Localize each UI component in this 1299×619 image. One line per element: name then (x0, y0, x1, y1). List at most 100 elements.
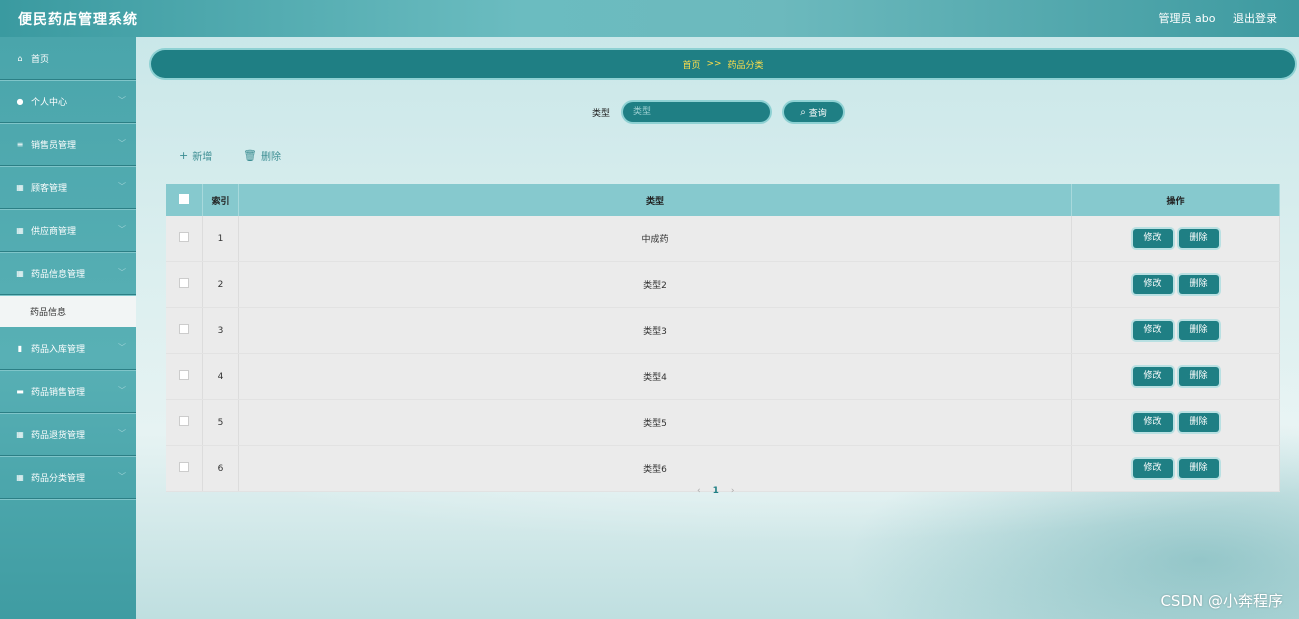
sidebar-item-label: 供应商管理 (31, 226, 77, 237)
breadcrumb-current: 药品分类 (727, 60, 764, 71)
sidebar-item[interactable]: ● 个人中心 ﹀ (0, 80, 136, 123)
sidebar-item-label: 药品入库管理 (31, 344, 86, 355)
row-checkbox[interactable] (179, 232, 189, 242)
category-table: 索引 类型 操作 1 中成药 修改 删除 2 类型2 修改 删除 3 类型3 修改 删除 4 类型4 修改删… (166, 184, 1280, 492)
delete-button[interactable]: 删除 (1178, 275, 1219, 294)
sidebar-item[interactable]: ≡ 销售员管理 ﹀ (0, 123, 136, 166)
list-icon: ≡ (16, 139, 24, 149)
index-header: 索引 (202, 184, 239, 216)
type-search-input[interactable] (623, 102, 770, 122)
row-type: 类型2 (238, 261, 1072, 308)
edit-button[interactable]: 修改 (1132, 229, 1173, 248)
pagination: ‹ 1 › (697, 486, 734, 496)
next-page-button[interactable]: › (731, 486, 735, 496)
row-actions: 修改 删除 (1071, 445, 1280, 492)
logout-link[interactable]: 退出登录 (1233, 12, 1277, 25)
sidebar-item[interactable]: ▦ 顾客管理 ﹀ (0, 166, 136, 209)
row-index: 4 (202, 353, 239, 400)
home-icon: ⌂ (17, 53, 23, 63)
grid-icon: ▦ (16, 268, 24, 278)
grid-icon: ▦ (16, 225, 24, 235)
sidebar-subitem-drug-info[interactable]: 药品信息 (0, 295, 136, 327)
sidebar-item-label: 药品退货管理 (31, 430, 86, 441)
delete-button[interactable]: 删除 (1178, 413, 1219, 432)
row-checkbox[interactable] (179, 324, 189, 334)
clipboard-icon: ▮ (17, 343, 23, 353)
row-checkbox[interactable] (179, 416, 189, 426)
sidebar-item[interactable]: ▦ 药品分类管理 ﹀ (0, 456, 136, 499)
select-all-header[interactable] (166, 184, 203, 216)
row-actions: 修改 删除 (1071, 399, 1280, 446)
chevron-down-icon: ﹀ (118, 429, 126, 438)
delete-button[interactable]: 删除 (1178, 229, 1219, 248)
row-select-cell[interactable] (166, 445, 203, 492)
add-button[interactable]: + 新增 (179, 148, 212, 163)
batch-delete-button[interactable]: 🗑 删除 (243, 148, 281, 163)
grid-icon: ▦ (16, 182, 24, 192)
sidebar-item-label: 药品分类管理 (31, 473, 86, 484)
table-row: 4 类型4 修改 删除 (166, 353, 1280, 400)
row-actions: 修改 删除 (1071, 261, 1280, 308)
select-all-checkbox[interactable] (179, 193, 189, 204)
delete-button[interactable]: 删除 (1178, 367, 1219, 386)
chevron-down-icon: ﹀ (118, 182, 126, 191)
current-user: 管理员 abo (1158, 12, 1216, 25)
prev-page-button[interactable]: ‹ (697, 486, 701, 496)
chevron-down-icon: ﹀ (118, 386, 126, 395)
sidebar-item-label: 药品销售管理 (31, 387, 86, 398)
delete-button[interactable]: 删除 (1178, 321, 1219, 340)
trash-icon: 🗑 (243, 149, 257, 162)
delete-button[interactable]: 删除 (1178, 459, 1219, 478)
row-index: 1 (202, 216, 239, 262)
row-actions: 修改 删除 (1071, 353, 1280, 400)
edit-button[interactable]: 修改 (1132, 413, 1173, 432)
row-checkbox[interactable] (179, 370, 189, 380)
sidebar-item[interactable]: ▬ 药品销售管理 ﹀ (0, 370, 136, 413)
chevron-down-icon: ﹀ (118, 472, 126, 481)
add-button-label: 新增 (192, 152, 213, 163)
table-row: 1 中成药 修改 删除 (166, 216, 1280, 262)
plus-icon: + (179, 149, 189, 162)
sidebar-item-label: 顾客管理 (31, 183, 68, 194)
table-row: 5 类型5 修改 删除 (166, 399, 1280, 446)
row-index: 2 (202, 261, 239, 308)
table-row: 3 类型3 修改 删除 (166, 307, 1280, 354)
sidebar-item[interactable]: ▦ 供应商管理 ﹀ (0, 209, 136, 252)
table-row: 6 类型6 修改 删除 (166, 445, 1280, 492)
chevron-down-icon: ﹀ (118, 96, 126, 105)
edit-button[interactable]: 修改 (1132, 367, 1173, 386)
edit-button[interactable]: 修改 (1132, 321, 1173, 340)
row-index: 3 (202, 307, 239, 354)
edit-button[interactable]: 修改 (1132, 459, 1173, 478)
watermark: CSDN @小奔程序 (1160, 592, 1283, 610)
current-page[interactable]: 1 (713, 486, 719, 496)
app-title: 便民药店管理系统 (18, 12, 138, 28)
row-actions: 修改 删除 (1071, 216, 1280, 262)
row-select-cell[interactable] (166, 307, 203, 354)
row-index: 6 (202, 445, 239, 492)
sidebar-item[interactable]: ⌂ 首页 (0, 37, 136, 80)
chevron-down-icon: ﹀ (118, 343, 126, 352)
top-bar: 便民药店管理系统 管理员 abo 退出登录 (0, 0, 1299, 37)
row-checkbox[interactable] (179, 278, 189, 288)
row-type: 类型4 (238, 353, 1072, 400)
type-header: 类型 (238, 184, 1072, 216)
row-select-cell[interactable] (166, 399, 203, 446)
grid-icon: ▦ (16, 429, 24, 439)
sidebar-item[interactable]: ▦ 药品退货管理 ﹀ (0, 413, 136, 456)
breadcrumb-home[interactable]: 首页 (682, 58, 700, 71)
edit-button[interactable]: 修改 (1132, 275, 1173, 294)
row-select-cell[interactable] (166, 353, 203, 400)
chevron-down-icon: ﹀ (118, 139, 126, 148)
row-checkbox[interactable] (179, 462, 189, 472)
sidebar: ⌂ 首页 ● 个人中心 ﹀ ≡ 销售员管理 ﹀ ▦ 顾客管理 ﹀ ▦ 供应商管理 ﹀ ▦ 药品信息管理 ﹀ 药品信… (0, 37, 136, 619)
row-index: 5 (202, 399, 239, 446)
chevron-down-icon: ﹀ (118, 268, 126, 277)
chevron-down-icon: ﹀ (118, 225, 126, 234)
row-select-cell[interactable] (166, 216, 203, 262)
row-select-cell[interactable] (166, 261, 203, 308)
sidebar-item[interactable]: ▮ 药品入库管理 ﹀ (0, 327, 136, 370)
search-button[interactable]: ⌕ 查询 (784, 102, 843, 122)
briefcase-icon: ▬ (16, 386, 24, 396)
sidebar-item[interactable]: ▦ 药品信息管理 ﹀ (0, 252, 136, 295)
